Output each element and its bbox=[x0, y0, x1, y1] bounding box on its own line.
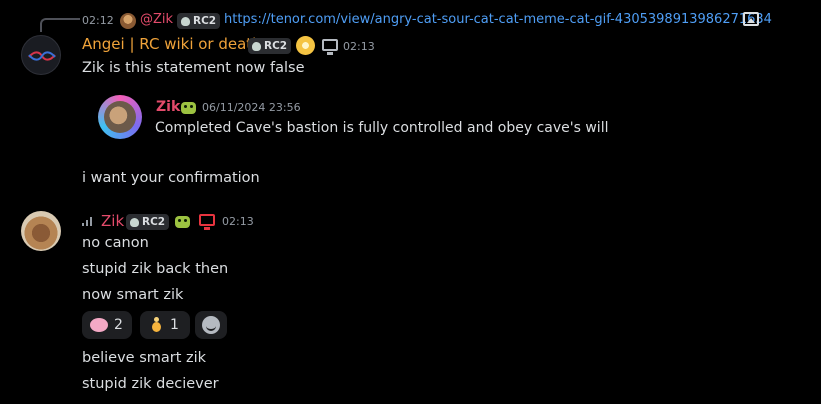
skull-icon bbox=[252, 41, 261, 51]
brain-icon bbox=[90, 318, 108, 332]
reply-avatar[interactable] bbox=[120, 13, 136, 29]
tag-label: RC2 bbox=[142, 216, 166, 228]
reaction-count: 2 bbox=[114, 317, 123, 333]
image-icon bbox=[743, 12, 759, 26]
praying-hands-icon bbox=[148, 317, 164, 333]
message-line: now smart zik bbox=[82, 287, 184, 303]
reply-timestamp: 02:12 bbox=[82, 14, 114, 27]
add-reaction-button[interactable] bbox=[195, 311, 227, 339]
embed-author[interactable]: Zik bbox=[156, 99, 180, 115]
reply-tag-label: RC2 bbox=[193, 15, 217, 27]
message-timestamp: 02:13 bbox=[222, 215, 254, 228]
tag-badge: RC2 bbox=[126, 214, 170, 230]
message-text: Zik is this statement now false bbox=[82, 60, 305, 76]
reply-tag-badge: RC2 bbox=[177, 13, 221, 29]
avatar[interactable] bbox=[21, 211, 61, 251]
reaction-brain[interactable]: 2 bbox=[82, 311, 132, 339]
message-text: i want your confirmation bbox=[82, 170, 260, 186]
reaction-count: 1 bbox=[170, 317, 179, 333]
reply-link[interactable]: https://tenor.com/view/angry-cat-sour-ca… bbox=[224, 12, 772, 27]
skull-icon bbox=[130, 217, 139, 227]
tag-label: RC2 bbox=[264, 40, 288, 52]
embed-date: 06/11/2024 23:56 bbox=[202, 101, 301, 114]
message-author[interactable]: Zik bbox=[101, 212, 124, 230]
add-reaction-icon bbox=[202, 316, 220, 334]
avatar-logo-icon bbox=[28, 51, 56, 61]
gold-badge-icon bbox=[296, 36, 315, 55]
desktop-icon bbox=[199, 214, 215, 230]
message-author[interactable]: Angei | RC wiki or death bbox=[82, 35, 262, 53]
bot-icon bbox=[175, 216, 190, 228]
message-timestamp: 02:13 bbox=[343, 40, 375, 53]
avatar[interactable] bbox=[21, 35, 61, 75]
tag-badge: RC2 bbox=[248, 38, 292, 54]
message-line: stupid zik back then bbox=[82, 261, 229, 277]
reply-connector bbox=[40, 18, 80, 32]
embed-text: Completed Cave's bastion is fully contro… bbox=[155, 120, 609, 136]
message-line: stupid zik deciever bbox=[82, 376, 219, 392]
desktop-icon bbox=[322, 39, 338, 55]
signal-icon bbox=[82, 216, 94, 226]
embed-avatar[interactable] bbox=[98, 95, 142, 139]
reply-author[interactable]: @Zik bbox=[140, 12, 173, 27]
message-line: believe smart zik bbox=[82, 350, 207, 366]
message-line: no canon bbox=[82, 235, 149, 251]
skull-icon bbox=[181, 16, 190, 26]
reaction-praying-hands[interactable]: 1 bbox=[140, 311, 190, 339]
bot-icon bbox=[181, 102, 196, 114]
